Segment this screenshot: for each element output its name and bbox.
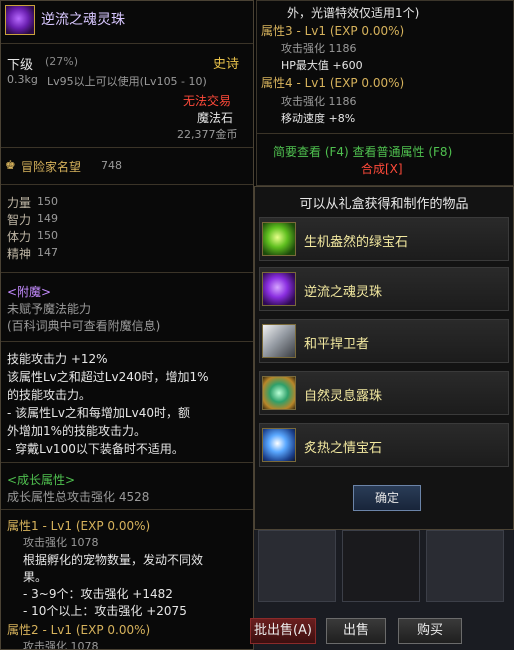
item-level-requirement: Lv95以上可以使用(Lv105 - 10) — [47, 75, 207, 88]
list-item[interactable]: 逆流之魂灵珠 — [259, 267, 509, 311]
shop-area: 批出售(A) 出售 购买 — [250, 530, 514, 650]
attr3-hp: HP最大值 +600 — [281, 59, 363, 72]
item-label: 炙热之情宝石 — [304, 441, 383, 456]
trade-status: 无法交易 — [183, 94, 232, 108]
item-slot[interactable] — [426, 530, 504, 602]
skill-line: 的技能攻击力。 — [7, 388, 92, 402]
divider — [1, 184, 253, 185]
item-title-row: 逆流之魂灵珠 — [3, 3, 251, 39]
divider — [1, 147, 253, 148]
attr3-attack: 攻击强化 1186 — [281, 42, 357, 55]
attr4-title: 属性4 - Lv1 (EXP 0.00%) — [261, 76, 405, 90]
skill-line: - 穿戴Lv100以下装备时不适用。 — [7, 442, 184, 456]
item-label: 和平捍卫者 — [304, 337, 370, 352]
effect-note: 外，光谱特效仅适用1个) — [287, 6, 420, 20]
item-grade-percent: (27%) — [45, 55, 79, 68]
stat-label: 体力 — [7, 230, 32, 244]
attr4-attack: 攻击强化 1186 — [281, 95, 357, 108]
dialog-title: 可以从礼盒获得和制作的物品 — [299, 197, 469, 212]
stat-value: 150 — [37, 195, 58, 208]
list-item[interactable]: 生机盎然的绿宝石 — [259, 217, 509, 261]
item-label: 逆流之魂灵珠 — [304, 285, 383, 300]
enchant-none: 未赋予魔法能力 — [7, 302, 92, 316]
attr1-desc: 果。 — [23, 570, 48, 584]
purple-orb-icon — [5, 5, 35, 35]
skill-line: 该属性Lv之和超过Lv240时，增加1% — [7, 370, 209, 384]
fame-icon: ♚ — [5, 158, 16, 172]
item-rarity: 史诗 — [213, 57, 240, 72]
stat-value: 147 — [37, 246, 58, 259]
skill-line: 技能攻击力 +12% — [7, 352, 108, 366]
enchant-title: <附魔> — [7, 285, 52, 299]
attr1-title: 属性1 - Lv1 (EXP 0.00%) — [7, 519, 151, 533]
blue-gem-icon — [262, 428, 296, 462]
sell-button[interactable]: 出售 — [326, 618, 386, 644]
growth-title: <成长属性> — [7, 473, 76, 487]
attr1-bonus: - 3~9个：攻击强化 +1482 — [23, 587, 173, 601]
list-item[interactable]: 自然灵息露珠 — [259, 371, 509, 415]
green-gem-icon — [262, 222, 296, 256]
list-item[interactable]: 和平捍卫者 — [259, 319, 509, 363]
stat-value: 150 — [37, 229, 58, 242]
divider — [1, 43, 253, 44]
stat-label: 智力 — [7, 213, 32, 227]
box-contents-dialog: 可以从礼盒获得和制作的物品 生机盎然的绿宝石 逆流之魂灵珠 和平捍卫者 自然灵息… — [254, 186, 514, 530]
divider — [1, 462, 253, 463]
skill-line: - 该属性Lv之和每增加Lv40时，额 — [7, 406, 190, 420]
divider — [257, 133, 513, 134]
confirm-button[interactable]: 确定 — [353, 485, 421, 511]
divider — [1, 341, 253, 342]
item-type: 魔法石 — [197, 111, 234, 125]
attr2-title: 属性2 - Lv1 (EXP 0.00%) — [7, 623, 151, 637]
item-slot[interactable] — [258, 530, 336, 602]
item-name: 逆流之魂灵珠 — [41, 12, 125, 28]
dew-icon — [262, 376, 296, 410]
shield-icon — [262, 324, 296, 358]
item-weight: 0.3kg — [7, 73, 38, 86]
attr1-bonus: - 10个以上：攻击强化 +2075 — [23, 604, 187, 618]
enchant-hint: (百科词典中可查看附魔信息) — [7, 319, 161, 333]
fame-value: 748 — [101, 159, 122, 172]
item-tooltip-continuation: 外，光谱特效仅适用1个) 属性3 - Lv1 (EXP 0.00%) 攻击强化 … — [256, 0, 514, 186]
buy-button[interactable]: 购买 — [398, 618, 462, 644]
list-item[interactable]: 炙热之情宝石 — [259, 423, 509, 467]
item-label: 生机盎然的绿宝石 — [304, 235, 409, 250]
divider — [1, 272, 253, 273]
fame-label: 冒险家名望 — [21, 160, 82, 174]
view-shortcuts[interactable]: 简要查看 (F4) 查看普通属性 (F8) — [273, 143, 452, 160]
bulk-sell-button[interactable]: 批出售(A) — [250, 618, 316, 644]
purple-orb-icon — [262, 272, 296, 306]
attr2-attack: 攻击强化 1078 — [23, 640, 99, 650]
attr3-title: 属性3 - Lv1 (EXP 0.00%) — [261, 24, 405, 38]
attr1-attack: 攻击强化 1078 — [23, 536, 99, 549]
divider — [1, 509, 253, 510]
attr1-desc: 根据孵化的宠物数量，发动不同效 — [23, 553, 204, 567]
stat-label: 精神 — [7, 247, 32, 261]
item-price: 22,377金币 — [177, 128, 238, 141]
item-tooltip-panel: 逆流之魂灵珠 下级 (27%) 史诗 0.3kg Lv95以上可以使用(Lv10… — [0, 0, 254, 650]
attr4-move-speed: 移动速度 +8% — [281, 112, 356, 125]
skill-line: 外增加1%的技能攻击力。 — [7, 424, 147, 438]
growth-total: 成长属性总攻击强化 4528 — [7, 490, 150, 504]
item-slot[interactable] — [342, 530, 420, 602]
stat-value: 149 — [37, 212, 58, 225]
item-label: 自然灵息露珠 — [304, 389, 383, 404]
item-grade: 下级 — [7, 58, 34, 73]
synthesize-link[interactable]: 合成[X] — [361, 160, 403, 177]
stat-label: 力量 — [7, 196, 32, 210]
